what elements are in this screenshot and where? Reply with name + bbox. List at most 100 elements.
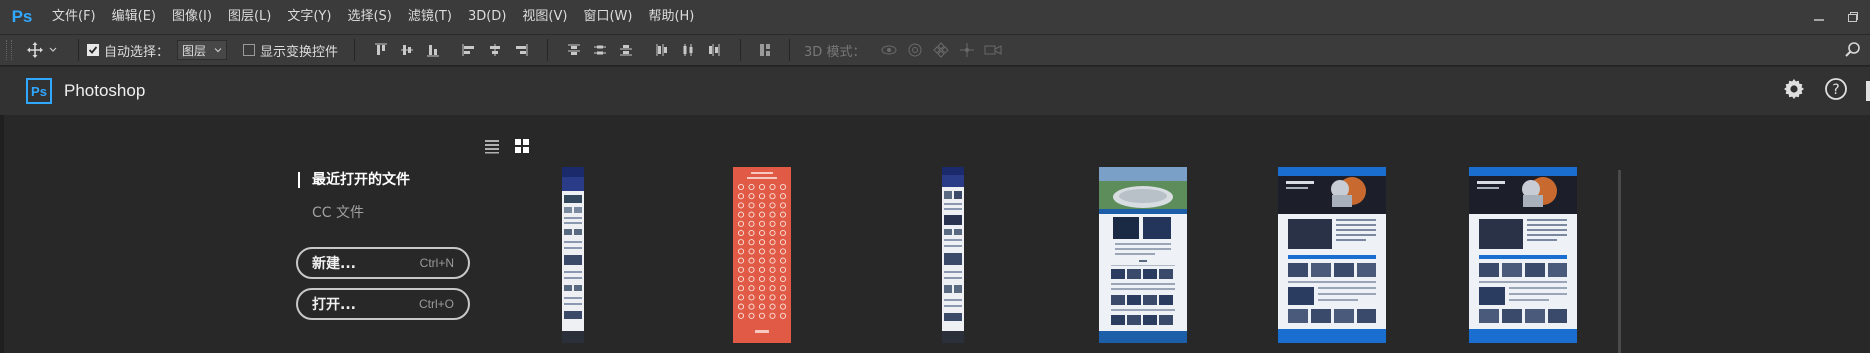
align-left-icon (462, 44, 475, 56)
recent-file-thumbnail[interactable] (1099, 167, 1187, 343)
distribute-hcenter-button[interactable] (678, 40, 698, 60)
auto-select-checkbox[interactable] (87, 44, 99, 56)
svg-text:?: ? (1832, 82, 1839, 98)
toolbar-grip[interactable] (6, 40, 12, 60)
align-top-button[interactable] (371, 40, 391, 60)
nav-cc-files[interactable]: CC 文件 (298, 202, 410, 222)
list-view-button[interactable] (484, 138, 500, 158)
align-horizontal-group (459, 40, 531, 60)
align-bottom-button[interactable] (423, 40, 443, 60)
open-shortcut: Ctrl+O (418, 297, 454, 311)
menu-layer[interactable]: 图层(L) (220, 0, 279, 34)
align-hcenter-button[interactable] (485, 40, 505, 60)
ps-badge-icon: Ps (26, 78, 52, 104)
menu-file[interactable]: 文件(F) (44, 0, 104, 34)
new-shortcut: Ctrl+N (419, 256, 454, 270)
distribute-right-button[interactable] (704, 40, 724, 60)
recent-file-thumbnail[interactable] (1469, 167, 1577, 343)
align-right-button[interactable] (511, 40, 531, 60)
show-transform-checkbox[interactable] (243, 44, 256, 56)
distribute-vcenter-button[interactable] (590, 40, 610, 60)
layer-select-value: 图层 (182, 43, 207, 58)
3d-pan-button[interactable] (931, 40, 951, 60)
grid-view-icon (515, 139, 529, 153)
check-icon (88, 46, 98, 54)
3d-slide-button[interactable] (957, 40, 977, 60)
settings-button[interactable] (1782, 77, 1806, 105)
distribute-left-button[interactable] (652, 40, 672, 60)
distribute-hcenter-icon (683, 44, 693, 56)
recent-file-thumbnail[interactable] (562, 167, 584, 343)
menu-image[interactable]: 图像(I) (164, 0, 220, 34)
menu-select[interactable]: 选择(S) (339, 0, 399, 34)
recent-file-thumbnail[interactable] (942, 167, 964, 343)
list-view-icon (485, 140, 499, 154)
robot-page-thumbnail-image (1278, 167, 1386, 343)
distribute-top-icon (568, 44, 581, 55)
restore-button[interactable] (1836, 5, 1870, 29)
3d-roll-button[interactable] (905, 40, 925, 60)
distribute-left-icon (656, 44, 668, 56)
distribute-top-button[interactable] (564, 40, 584, 60)
separator (740, 39, 742, 61)
new-button[interactable]: 新建... Ctrl+N (296, 247, 470, 279)
align-left-button[interactable] (459, 40, 479, 60)
minimize-button[interactable] (1802, 5, 1836, 29)
3d-rotate-button[interactable] (879, 40, 899, 60)
recent-files-scrollbar[interactable] (1618, 170, 1621, 353)
recent-file-thumbnail[interactable] (1278, 167, 1386, 343)
menu-edit[interactable]: 编辑(E) (104, 0, 164, 34)
view-toggle (484, 138, 530, 158)
separator (78, 39, 79, 61)
search-icon (1845, 42, 1860, 57)
chevron-down-icon (49, 47, 57, 52)
3d-mode-label: 3D 模式： (804, 44, 866, 60)
app-title: Photoshop (64, 81, 146, 100)
search-button[interactable] (1844, 41, 1862, 63)
move-tool-icon (27, 42, 43, 58)
menu-filter[interactable]: 滤镜(T) (400, 0, 460, 34)
auto-align-button[interactable] (755, 40, 775, 60)
distribute-vertical-group (564, 40, 636, 60)
distribute-bottom-icon (620, 45, 633, 56)
restore-icon (1848, 12, 1858, 22)
ps-logo[interactable]: Ps (0, 0, 44, 34)
menu-3d[interactable]: 3D(D) (460, 0, 514, 34)
menu-help[interactable]: 帮助(H) (640, 0, 702, 34)
auto-select-label: 自动选择： (104, 44, 170, 60)
start-side-nav: 最近打开的文件 CC 文件 (298, 172, 410, 222)
window-controls (1802, 0, 1870, 34)
distribute-vcenter-icon (594, 45, 607, 55)
menu-view[interactable]: 视图(V) (514, 0, 575, 34)
distribute-bottom-button[interactable] (616, 40, 636, 60)
video-camera-icon (984, 45, 1002, 55)
telescope-page-thumbnail-image (1099, 167, 1187, 343)
page-thumbnail-image (942, 167, 964, 343)
panel-edge (1866, 81, 1870, 101)
move-tool-preset[interactable] (26, 41, 58, 59)
new-button-label: 新建... (312, 256, 356, 272)
open-button[interactable]: 打开... Ctrl+O (296, 288, 470, 320)
3d-mode-group (879, 40, 1003, 60)
gear-icon (1784, 79, 1804, 99)
layer-select[interactable]: 图层 (177, 40, 228, 60)
menu-type[interactable]: 文字(Y) (279, 0, 339, 34)
separator (354, 39, 356, 61)
open-button-label: 打开... (312, 297, 356, 313)
3d-roll-icon (908, 43, 922, 57)
distribute-horizontal-group (652, 40, 724, 60)
3d-slide-icon (960, 43, 975, 57)
page-thumbnail-image (562, 167, 584, 343)
align-vertical-group (371, 40, 443, 60)
auto-align-icon (760, 44, 771, 56)
grid-view-button[interactable] (514, 138, 530, 158)
align-vcenter-button[interactable] (397, 40, 417, 60)
3d-rotate-icon (881, 45, 897, 55)
3d-scale-button[interactable] (983, 40, 1003, 60)
recent-file-thumbnail[interactable] (733, 167, 791, 343)
robot-page-thumbnail-image (1469, 167, 1577, 343)
help-button[interactable]: ? (1824, 77, 1848, 105)
nav-recent-files[interactable]: 最近打开的文件 (298, 172, 410, 188)
start-workspace-header: Ps Photoshop ? (0, 67, 1870, 115)
menu-window[interactable]: 窗口(W) (575, 0, 640, 34)
